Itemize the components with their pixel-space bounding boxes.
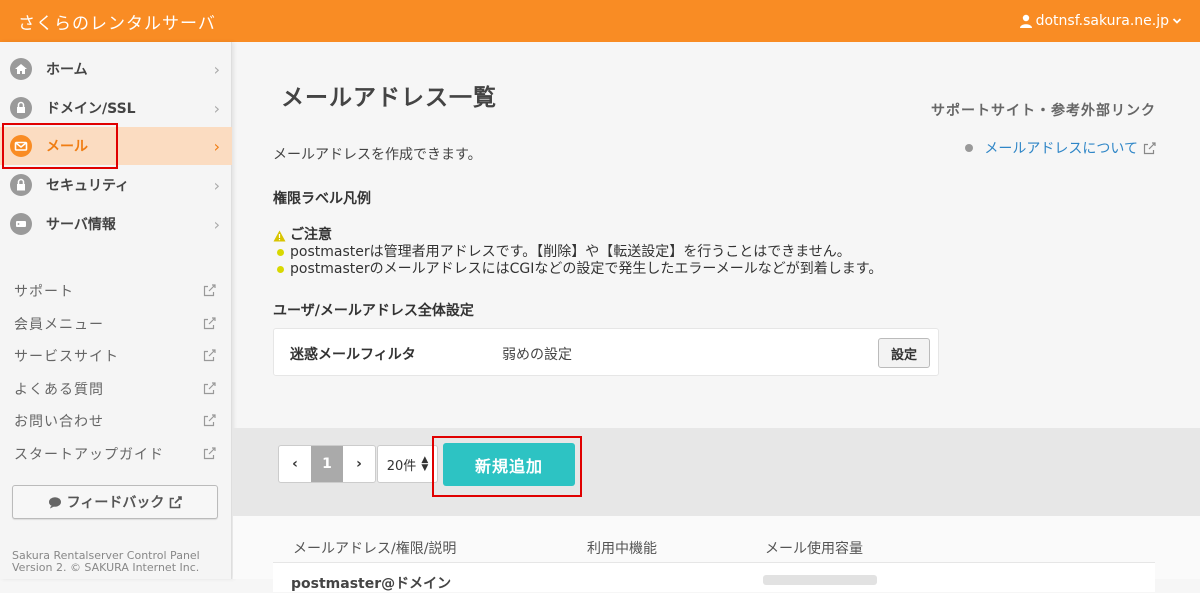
support-links-heading: サポートサイト・参考外部リンク <box>931 103 1156 119</box>
chevron-right-icon: › <box>213 60 220 79</box>
table-row[interactable]: postmaster@ドメイン <box>273 562 1155 592</box>
home-icon <box>10 58 32 80</box>
caution-item: postmasterのメールアドレスにはCGIなどの設定で発生したエラーメールな… <box>273 261 882 278</box>
bullet-icon <box>965 144 974 152</box>
copyright: Sakura Rentalserver Control Panel Versio… <box>12 550 200 574</box>
sidebar-item-label: サーバ情報 <box>46 217 116 233</box>
sidebar-link-label: サポート <box>14 284 74 300</box>
caution-item-text: postmasterは管理者用アドレスです。【削除】や【転送設定】を行うことはで… <box>290 244 851 260</box>
list-toolbar: ‹ 1 › 20件 ▲ ▼ 新規追加 <box>233 428 1200 516</box>
sidebar-link-faq[interactable]: よくある質問 <box>0 374 232 404</box>
domain-lock-icon <box>10 97 32 119</box>
external-link-icon <box>203 317 216 330</box>
external-link-icon <box>203 382 216 395</box>
support-link-label: メールアドレスについて <box>984 141 1138 157</box>
prev-page-button[interactable]: ‹ <box>279 446 311 482</box>
external-link-icon <box>203 414 216 427</box>
global-settings-heading: ユーザ/メールアドレス全体設定 <box>273 303 474 319</box>
chat-bubble-icon <box>48 496 61 508</box>
user-icon <box>1019 14 1032 28</box>
chevron-right-icon: › <box>213 215 220 234</box>
caution-item: postmasterは管理者用アドレスです。【削除】や【転送設定】を行うことはで… <box>273 244 882 261</box>
sidebar: ホーム › ドメイン/SSL › メール › セキュリティ › サーバ情報 › … <box>0 42 232 579</box>
usage-gauge <box>763 575 877 585</box>
chevron-right-icon: › <box>213 99 220 118</box>
sidebar-link-member-menu[interactable]: 会員メニュー <box>0 309 232 339</box>
highlight-box-mail <box>2 123 118 169</box>
spam-filter-label: 迷惑メールフィルタ <box>290 347 416 363</box>
spam-filter-settings-button[interactable]: 設定 <box>878 338 930 368</box>
feedback-label: フィードバック <box>66 495 165 511</box>
caution-title-text: ご注意 <box>290 227 332 243</box>
select-arrows-icon: ▲ ▼ <box>421 455 429 473</box>
sidebar-link-label: お問い合わせ <box>14 414 104 430</box>
caution-title: ご注意 <box>273 227 882 244</box>
sidebar-item-label: ホーム <box>46 62 88 78</box>
external-link-icon <box>203 349 216 362</box>
external-link-icon <box>1143 141 1156 154</box>
column-header-address: メールアドレス/権限/説明 <box>293 541 457 557</box>
feedback-button[interactable]: フィードバック <box>12 485 218 519</box>
column-header-features: 利用中機能 <box>587 541 657 557</box>
sidebar-item-label: ドメイン/SSL <box>46 101 136 117</box>
highlight-box-add <box>432 436 582 497</box>
mail-address-table: メールアドレス/権限/説明 利用中機能 メール使用容量 postmaster@ド… <box>233 516 1200 592</box>
sidebar-item-home[interactable]: ホーム › <box>0 50 232 88</box>
account-name: dotnsf.sakura.ne.jp <box>1035 13 1169 29</box>
sidebar-link-startup-guide[interactable]: スタートアップガイド <box>0 439 232 469</box>
bullet-icon <box>277 249 284 256</box>
chevron-down-icon <box>1172 18 1182 24</box>
account-menu[interactable]: dotnsf.sakura.ne.jp <box>1019 13 1182 29</box>
per-page-value: 20件 <box>386 458 417 474</box>
spam-filter-value: 弱めの設定 <box>502 347 572 363</box>
lock-icon <box>10 174 32 196</box>
sidebar-link-label: 会員メニュー <box>14 317 104 333</box>
copyright-line: Version 2. © SAKURA Internet Inc. <box>12 561 200 574</box>
pagination: ‹ 1 › <box>278 445 376 483</box>
external-link-icon <box>203 284 216 297</box>
warning-icon <box>273 230 286 241</box>
sidebar-link-service-site[interactable]: サービスサイト <box>0 341 232 371</box>
sidebar-link-support[interactable]: サポート <box>0 276 232 306</box>
sidebar-item-domain-ssl[interactable]: ドメイン/SSL › <box>0 89 232 127</box>
sidebar-item-label: セキュリティ <box>46 178 130 194</box>
caution-notice: ご注意 postmasterは管理者用アドレスです。【削除】や【転送設定】を行う… <box>273 227 882 278</box>
page-title: メールアドレス一覧 <box>281 85 497 111</box>
top-bar: さくらのレンタルサーバ dotnsf.sakura.ne.jp <box>0 0 1200 42</box>
support-link-mail-address[interactable]: メールアドレスについて <box>965 138 1156 158</box>
page-number-button[interactable]: 1 <box>311 446 343 482</box>
main-content: メールアドレス一覧 サポートサイト・参考外部リンク メールアドレスについて メー… <box>233 42 1200 592</box>
sidebar-link-label: サービスサイト <box>14 349 119 365</box>
sidebar-link-label: よくある質問 <box>14 382 104 398</box>
next-page-button[interactable]: › <box>343 446 375 482</box>
server-icon <box>10 213 32 235</box>
page-description: メールアドレスを作成できます。 <box>273 147 482 163</box>
bullet-icon <box>277 266 284 273</box>
brand-logo[interactable]: さくらのレンタルサーバ <box>18 9 216 34</box>
sidebar-link-contact[interactable]: お問い合わせ <box>0 406 232 436</box>
spam-filter-panel: 迷惑メールフィルタ 弱めの設定 設定 <box>273 328 939 376</box>
permission-legend-heading: 権限ラベル凡例 <box>273 191 371 207</box>
per-page-select[interactable]: 20件 ▲ ▼ <box>377 445 438 483</box>
external-link-icon <box>170 495 183 508</box>
sidebar-link-label: スタートアップガイド <box>14 447 164 463</box>
sidebar-item-security[interactable]: セキュリティ › <box>0 166 232 204</box>
chevron-right-icon: › <box>213 176 220 195</box>
caution-item-text: postmasterのメールアドレスにはCGIなどの設定で発生したエラーメールな… <box>290 261 883 277</box>
sidebar-item-server-info[interactable]: サーバ情報 › <box>0 205 232 243</box>
chevron-right-icon: › <box>213 137 220 156</box>
mail-address: postmaster@ドメイン <box>291 576 452 592</box>
external-link-icon <box>203 447 216 460</box>
column-header-usage: メール使用容量 <box>765 541 863 557</box>
